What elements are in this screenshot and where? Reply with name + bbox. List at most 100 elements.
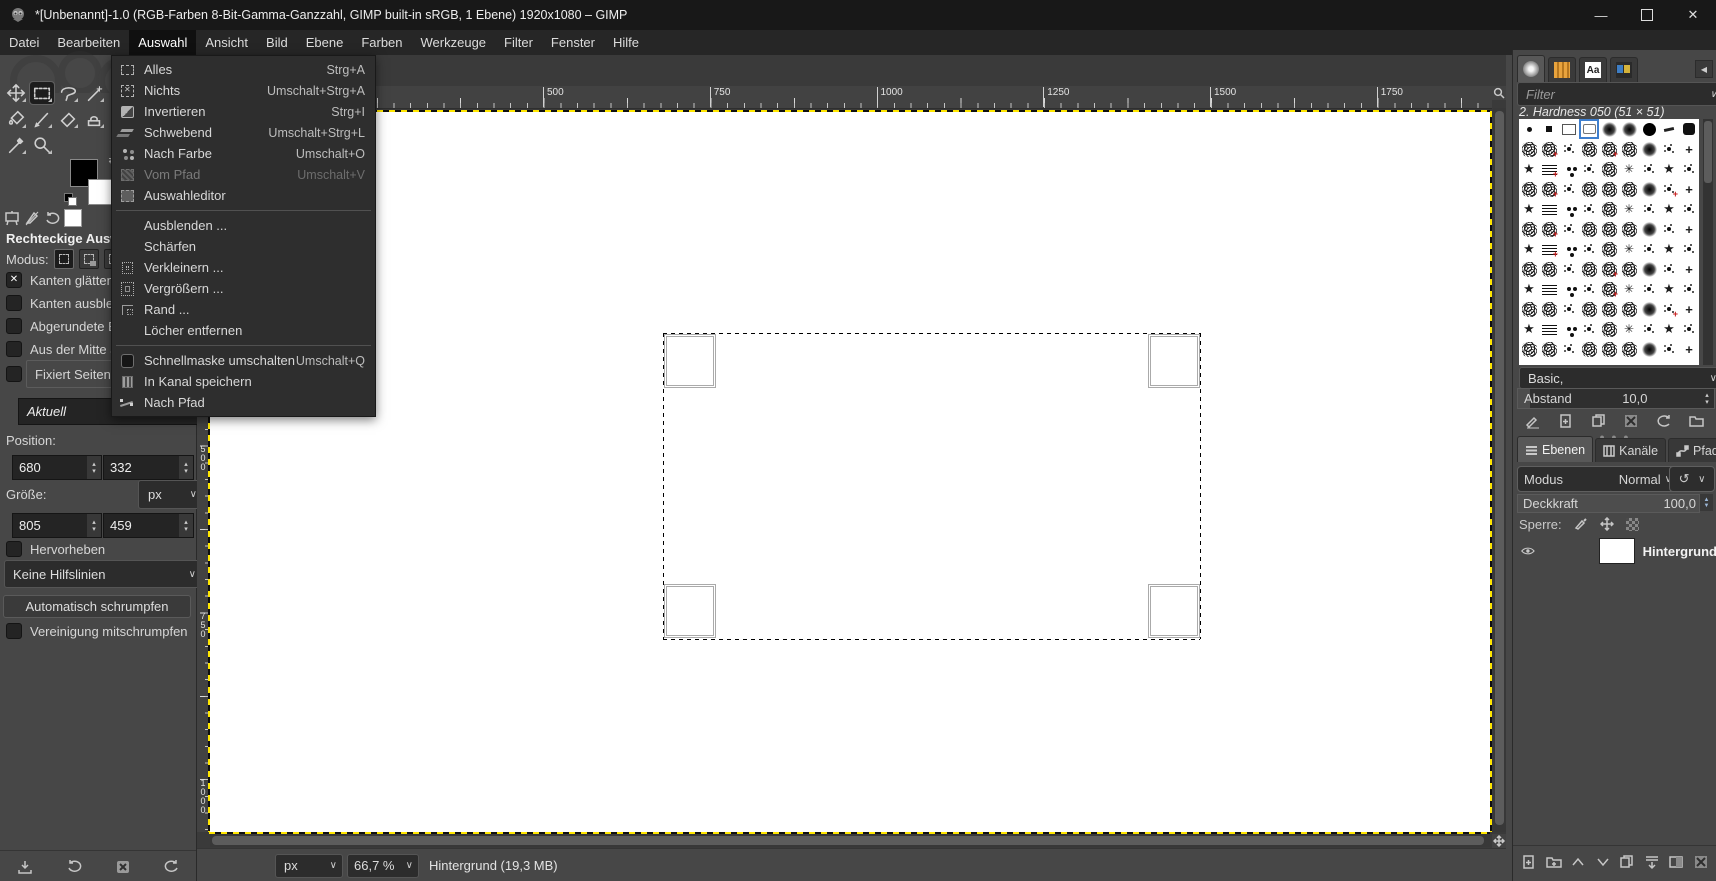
open-brush-icon[interactable]: [1689, 413, 1705, 429]
lock-pixels-icon[interactable]: [1574, 517, 1588, 531]
brush-cell[interactable]: [1579, 319, 1599, 339]
brush-cell[interactable]: [1559, 339, 1579, 359]
menu-item-schwebend[interactable]: SchwebendUmschalt+Strg+L: [112, 122, 375, 143]
brush-cell[interactable]: [1639, 279, 1659, 299]
raise-layer-icon[interactable]: [1570, 854, 1586, 870]
checkbox-aus-der-mitte-aufziehen[interactable]: [6, 341, 22, 357]
brush-cell[interactable]: [1559, 219, 1579, 239]
duplicate-brush-icon[interactable]: [1591, 413, 1607, 429]
brush-cell[interactable]: [1539, 259, 1559, 279]
highlight-checkbox[interactable]: [6, 541, 22, 557]
brush-cell[interactable]: [1559, 239, 1579, 259]
edit-brush-icon[interactable]: [1525, 413, 1541, 429]
mode-replace-button[interactable]: [54, 249, 74, 269]
canvas-viewport[interactable]: 5007501000125015001750 5007501000: [197, 55, 1506, 848]
brush-cell[interactable]: [1619, 139, 1639, 159]
restore-preset-icon[interactable]: [66, 859, 82, 875]
brush-cell[interactable]: [1599, 119, 1619, 139]
brush-cell[interactable]: [1559, 259, 1579, 279]
brush-cell[interactable]: [1659, 239, 1679, 259]
brush-cell[interactable]: [1639, 139, 1659, 159]
brush-cell[interactable]: [1679, 259, 1699, 279]
brush-cell[interactable]: [1659, 199, 1679, 219]
fg-swatch-tab[interactable]: [64, 209, 82, 227]
brush-cell[interactable]: [1559, 299, 1579, 319]
menu-item-ausblenden[interactable]: Ausblenden ...: [112, 215, 375, 236]
brush-cell[interactable]: [1639, 319, 1659, 339]
brush-cell[interactable]: [1559, 119, 1579, 139]
brush-cell[interactable]: [1619, 299, 1639, 319]
brush-cell[interactable]: [1679, 199, 1699, 219]
tab-kanaele[interactable]: Kanäle: [1595, 438, 1666, 462]
maximize-button[interactable]: [1624, 0, 1670, 30]
brush-cell[interactable]: [1619, 239, 1639, 259]
tool-color-picker[interactable]: [4, 134, 28, 156]
brush-cell[interactable]: [1539, 239, 1559, 259]
brush-cell[interactable]: [1679, 319, 1699, 339]
tab-pfade[interactable]: Pfade: [1668, 438, 1716, 462]
brush-cell[interactable]: [1579, 139, 1599, 159]
layer-thumbnail[interactable]: [1599, 538, 1635, 564]
brush-cell[interactable]: [1679, 339, 1699, 359]
brush-cell[interactable]: [1679, 239, 1699, 259]
brush-cell[interactable]: [1659, 219, 1679, 239]
brush-cell[interactable]: [1539, 119, 1559, 139]
brush-cell[interactable]: [1599, 179, 1619, 199]
statusbar-unit-combo[interactable]: px ∨: [275, 854, 343, 878]
position-y-spinner[interactable]: ▴▾: [179, 456, 193, 479]
brush-cell[interactable]: [1559, 199, 1579, 219]
horizontal-ruler[interactable]: 5007501000125015001750: [197, 86, 1492, 109]
horizontal-scrollbar[interactable]: [210, 834, 1490, 847]
device-status-icon[interactable]: [24, 210, 40, 226]
brush-group-combo[interactable]: Basic, ∨: [1519, 367, 1716, 389]
brush-cell[interactable]: [1539, 179, 1559, 199]
brush-cell[interactable]: [1519, 279, 1539, 299]
brush-cell[interactable]: [1639, 199, 1659, 219]
mode-add-button[interactable]: [79, 249, 99, 269]
menu-item-vergrößern[interactable]: Vergrößern ...: [112, 278, 375, 299]
layer-mode-reset-button[interactable]: ↺ ∨: [1669, 466, 1715, 492]
selection-border-bottom[interactable]: [663, 639, 1200, 640]
opacity-slider[interactable]: Deckkraft 100,0: [1517, 494, 1700, 513]
tool-free-select[interactable]: [56, 82, 80, 104]
lower-layer-icon[interactable]: [1595, 854, 1611, 870]
menu-item-löcher-entfernen[interactable]: Löcher entfernen: [112, 320, 375, 341]
menubar-item-ebene[interactable]: Ebene: [297, 30, 353, 55]
brush-cell[interactable]: [1559, 159, 1579, 179]
brush-cell[interactable]: [1539, 279, 1559, 299]
new-group-icon[interactable]: [1546, 854, 1562, 870]
menu-item-rand[interactable]: Rand ...: [112, 299, 375, 320]
size-width-spinner[interactable]: ▴▾: [87, 514, 101, 537]
brush-cell[interactable]: [1639, 119, 1659, 139]
brush-cell[interactable]: [1639, 339, 1659, 359]
close-button[interactable]: ✕: [1670, 0, 1716, 30]
brush-cell[interactable]: [1519, 339, 1539, 359]
brush-cell[interactable]: [1599, 239, 1619, 259]
fixed-checkbox[interactable]: [6, 366, 22, 382]
menu-item-alles[interactable]: AllesStrg+A: [112, 59, 375, 80]
brush-cell[interactable]: [1679, 219, 1699, 239]
brush-cell[interactable]: [1519, 319, 1539, 339]
checkbox-kanten-glätten[interactable]: ✕: [6, 272, 22, 288]
tool-paintbrush[interactable]: [30, 108, 54, 130]
brush-cell[interactable]: [1659, 299, 1679, 319]
menubar-item-werkzeuge[interactable]: Werkzeuge: [412, 30, 496, 55]
brush-cell[interactable]: [1519, 159, 1539, 179]
brush-cell[interactable]: [1559, 319, 1579, 339]
brush-cell[interactable]: [1659, 179, 1679, 199]
brush-cell[interactable]: [1599, 139, 1619, 159]
brush-cell[interactable]: [1659, 279, 1679, 299]
brush-cell[interactable]: [1579, 199, 1599, 219]
brush-cell[interactable]: [1619, 279, 1639, 299]
menu-item-verkleinern[interactable]: Verkleinern ...: [112, 257, 375, 278]
menubar-item-bild[interactable]: Bild: [257, 30, 297, 55]
brush-cell[interactable]: [1559, 279, 1579, 299]
vertical-scrollbar-thumb[interactable]: [1495, 111, 1504, 825]
brush-cell[interactable]: [1519, 219, 1539, 239]
brush-cell[interactable]: [1579, 159, 1599, 179]
brush-cell[interactable]: [1519, 199, 1539, 219]
brush-cell[interactable]: [1579, 179, 1599, 199]
brush-cell[interactable]: [1599, 159, 1619, 179]
brush-cell[interactable]: [1599, 339, 1619, 359]
vertical-scrollbar[interactable]: [1493, 108, 1506, 832]
